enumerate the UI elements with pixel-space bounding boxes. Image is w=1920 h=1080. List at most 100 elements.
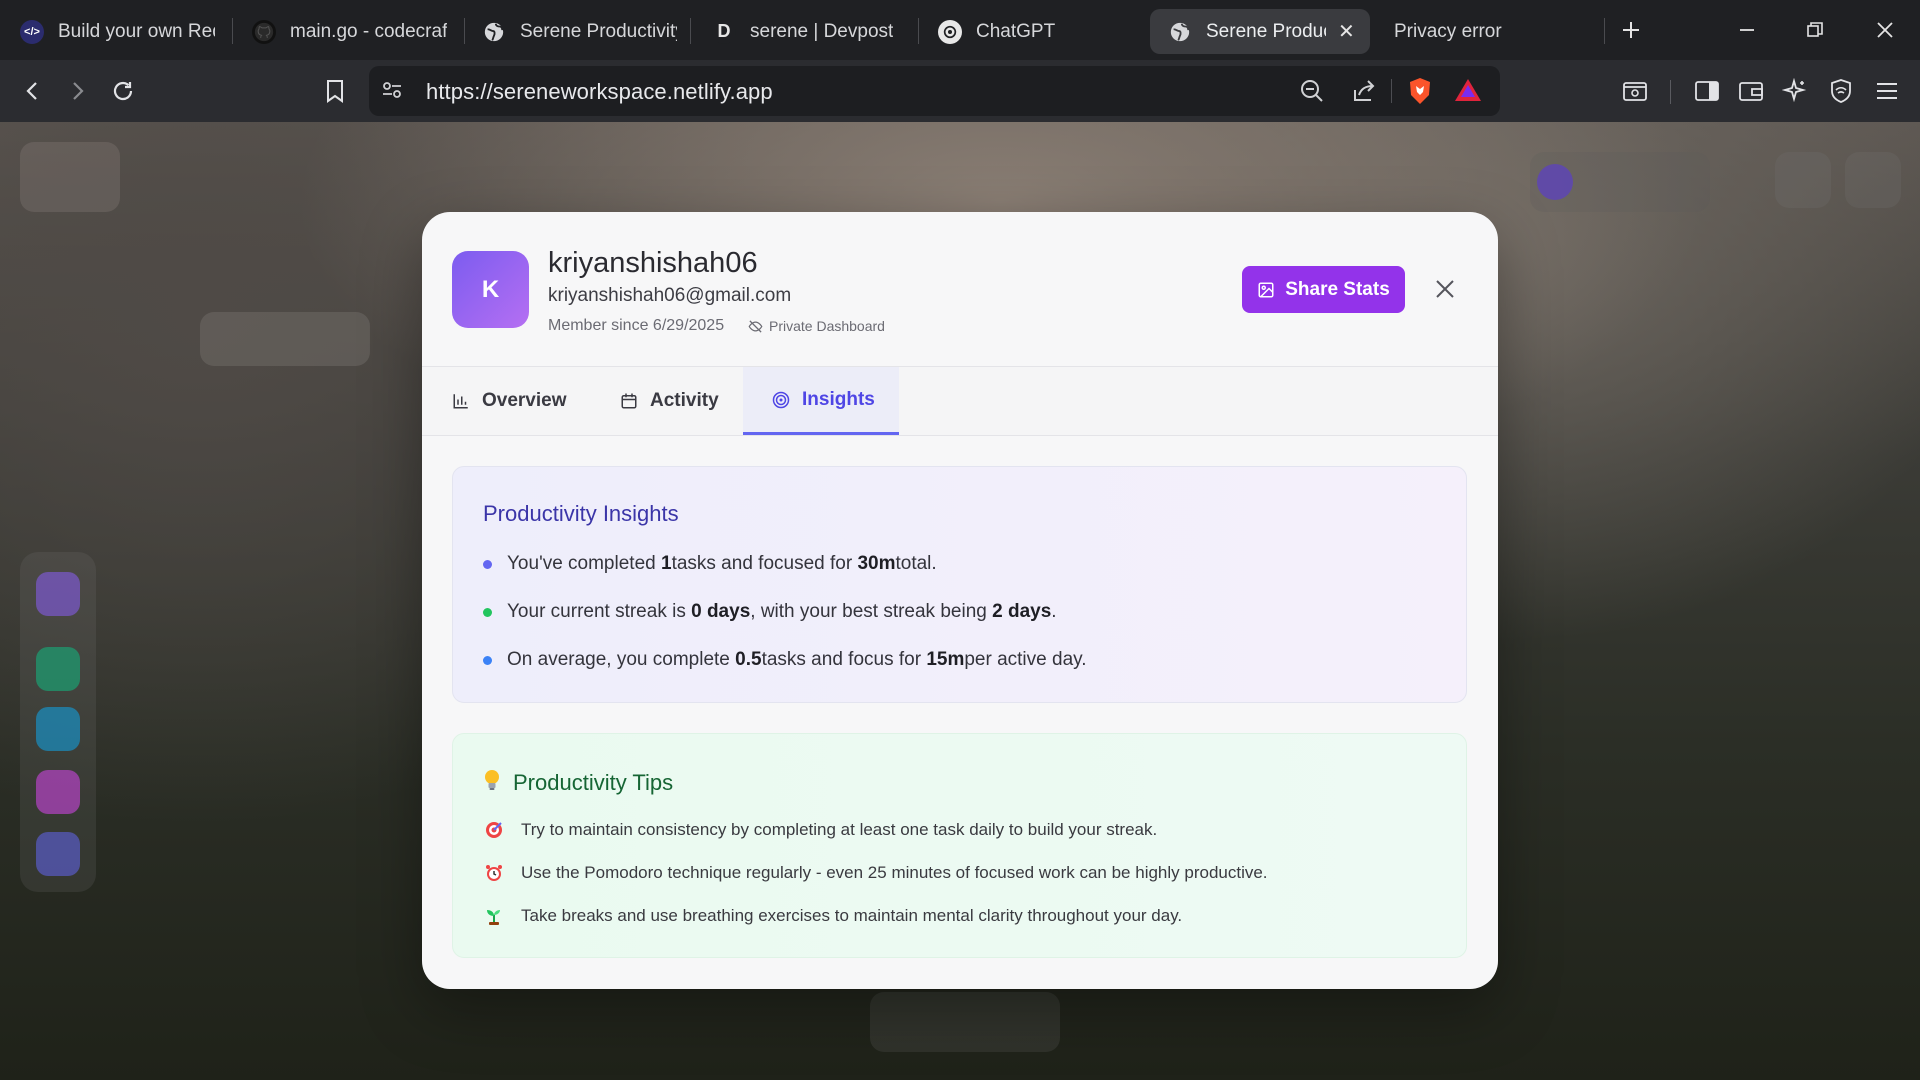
url-text: https://sereneworkspace.netlify.app bbox=[426, 79, 773, 104]
sidebar-icon bbox=[1695, 81, 1719, 101]
tab-serene-productivity-active[interactable]: Serene Produc ✕ bbox=[1150, 9, 1370, 54]
blurred-widget bbox=[200, 312, 370, 366]
blurred-button bbox=[1845, 152, 1901, 208]
privacy-status: Private Dashboard bbox=[748, 318, 885, 334]
close-tab-icon[interactable]: ✕ bbox=[1338, 19, 1355, 44]
minimize-icon bbox=[1740, 29, 1754, 31]
blurred-logo bbox=[20, 142, 120, 212]
sidebar-toggle-button[interactable] bbox=[1690, 74, 1724, 108]
menu-button[interactable] bbox=[1870, 74, 1904, 108]
seedling-icon bbox=[483, 906, 505, 926]
target-icon bbox=[483, 820, 505, 840]
eye-off-icon bbox=[748, 319, 763, 333]
bullet-dot bbox=[483, 607, 492, 617]
dock-item bbox=[36, 770, 80, 814]
tip-item: Try to maintain consistency by completin… bbox=[483, 820, 1157, 840]
tips-title: Productivity Tips bbox=[483, 768, 673, 798]
bar-chart-icon bbox=[453, 394, 468, 409]
insight-item: Your current streak is 0 days, with your… bbox=[483, 601, 1057, 623]
productivity-tips-card: Productivity Tips Try to maintain consis… bbox=[452, 733, 1467, 958]
productivity-insights-card: Productivity Insights You've completed 1… bbox=[452, 466, 1467, 703]
reader-mode-button[interactable] bbox=[1618, 74, 1652, 108]
reload-icon bbox=[113, 81, 133, 101]
tab-activity[interactable]: Activity bbox=[620, 367, 719, 435]
shield-icon bbox=[1831, 79, 1851, 103]
globe-icon bbox=[1168, 20, 1192, 44]
wallet-button[interactable] bbox=[1734, 74, 1768, 108]
bookmark-button[interactable] bbox=[318, 74, 352, 108]
new-tab-button[interactable] bbox=[1608, 8, 1654, 52]
tab-insights[interactable]: Insights bbox=[743, 367, 899, 435]
address-bar[interactable]: https://sereneworkspace.netlify.app bbox=[369, 66, 1500, 116]
user-email: kriyanshishah06@gmail.com bbox=[548, 285, 792, 306]
tab-privacy-error[interactable]: Privacy error bbox=[1394, 9, 1534, 54]
tab-build-your-own-redis[interactable]: </> Build your own Red bbox=[20, 9, 215, 54]
image-icon bbox=[1258, 282, 1274, 297]
forward-button[interactable] bbox=[60, 74, 94, 108]
wallet-icon bbox=[1739, 82, 1763, 101]
bookmark-icon bbox=[327, 80, 343, 103]
minimize-button[interactable] bbox=[1724, 8, 1770, 52]
share-icon[interactable] bbox=[1351, 78, 1377, 109]
dock-item bbox=[36, 707, 80, 751]
arrow-left-icon bbox=[26, 82, 37, 100]
calendar-icon bbox=[621, 393, 637, 409]
restore-button[interactable] bbox=[1792, 8, 1838, 52]
close-icon bbox=[1877, 22, 1893, 38]
bullet-dot bbox=[483, 655, 492, 665]
restore-icon bbox=[1807, 22, 1823, 37]
dock-item bbox=[36, 647, 80, 691]
bullet-dot bbox=[483, 559, 492, 569]
dock-item bbox=[36, 572, 80, 616]
brave-shields-icon[interactable] bbox=[1407, 77, 1433, 110]
zoom-out-icon[interactable] bbox=[1299, 78, 1325, 109]
close-modal-button[interactable] bbox=[1432, 276, 1458, 302]
profile-tabs: Overview Activity Insights bbox=[422, 366, 1498, 436]
tip-item: Use the Pomodoro technique regularly - e… bbox=[483, 863, 1268, 883]
blurred-controls bbox=[870, 992, 1060, 1052]
hamburger-icon bbox=[1877, 83, 1897, 99]
insight-item: You've completed 1 tasks and focused for… bbox=[483, 553, 937, 575]
github-icon bbox=[252, 19, 276, 44]
sparkle-icon bbox=[1782, 78, 1807, 103]
brave-rewards-icon[interactable] bbox=[1454, 78, 1482, 107]
leo-ai-button[interactable] bbox=[1778, 74, 1812, 108]
close-window-button[interactable] bbox=[1862, 8, 1908, 52]
target-icon bbox=[772, 391, 790, 408]
tab-main-go[interactable]: main.go - codecraft bbox=[252, 9, 447, 54]
vpn-button[interactable] bbox=[1824, 74, 1858, 108]
insight-item: On average, you complete 0.5 tasks and f… bbox=[483, 649, 1087, 671]
member-since: Member since 6/29/2025 bbox=[548, 317, 725, 334]
alarm-clock-icon bbox=[483, 863, 505, 883]
share-stats-button[interactable]: Share Stats bbox=[1242, 266, 1405, 313]
back-button[interactable] bbox=[16, 74, 50, 108]
username: kriyanshishah06 bbox=[548, 247, 758, 279]
devpost-icon: D bbox=[712, 19, 736, 44]
tab-overview[interactable]: Overview bbox=[452, 367, 567, 435]
reader-icon bbox=[1623, 82, 1647, 101]
insights-title: Productivity Insights bbox=[483, 501, 679, 526]
share-stats-label: Share Stats bbox=[1285, 278, 1390, 300]
avatar: K bbox=[452, 251, 529, 328]
browser-toolbar: https://sereneworkspace.netlify.app bbox=[0, 60, 1920, 122]
blurred-avatar bbox=[1537, 164, 1573, 200]
tip-item: Take breaks and use breathing exercises … bbox=[483, 906, 1182, 926]
openai-icon bbox=[938, 19, 962, 44]
privacy-label: Private Dashboard bbox=[769, 318, 885, 334]
profile-modal: K kriyanshishah06 kriyanshishah06@gmail.… bbox=[422, 212, 1498, 989]
blurred-dock bbox=[20, 552, 96, 892]
plus-icon bbox=[1623, 22, 1639, 38]
dock-item bbox=[36, 832, 80, 876]
globe-icon bbox=[482, 20, 506, 44]
blurred-button bbox=[1775, 152, 1831, 208]
site-settings-icon[interactable] bbox=[381, 79, 403, 106]
tab-serene-devpost[interactable]: D serene | Devpost bbox=[712, 9, 907, 54]
arrow-right-icon bbox=[73, 82, 84, 100]
codecrafters-icon: </> bbox=[20, 19, 44, 44]
tab-chatgpt[interactable]: ChatGPT bbox=[938, 9, 1133, 54]
reload-button[interactable] bbox=[106, 74, 140, 108]
browser-tab-bar: </> Build your own Red main.go - codecra… bbox=[0, 0, 1920, 60]
tab-serene-productivity[interactable]: Serene Productivity bbox=[482, 9, 677, 54]
lightbulb-icon bbox=[483, 768, 501, 798]
close-icon bbox=[1436, 280, 1454, 298]
